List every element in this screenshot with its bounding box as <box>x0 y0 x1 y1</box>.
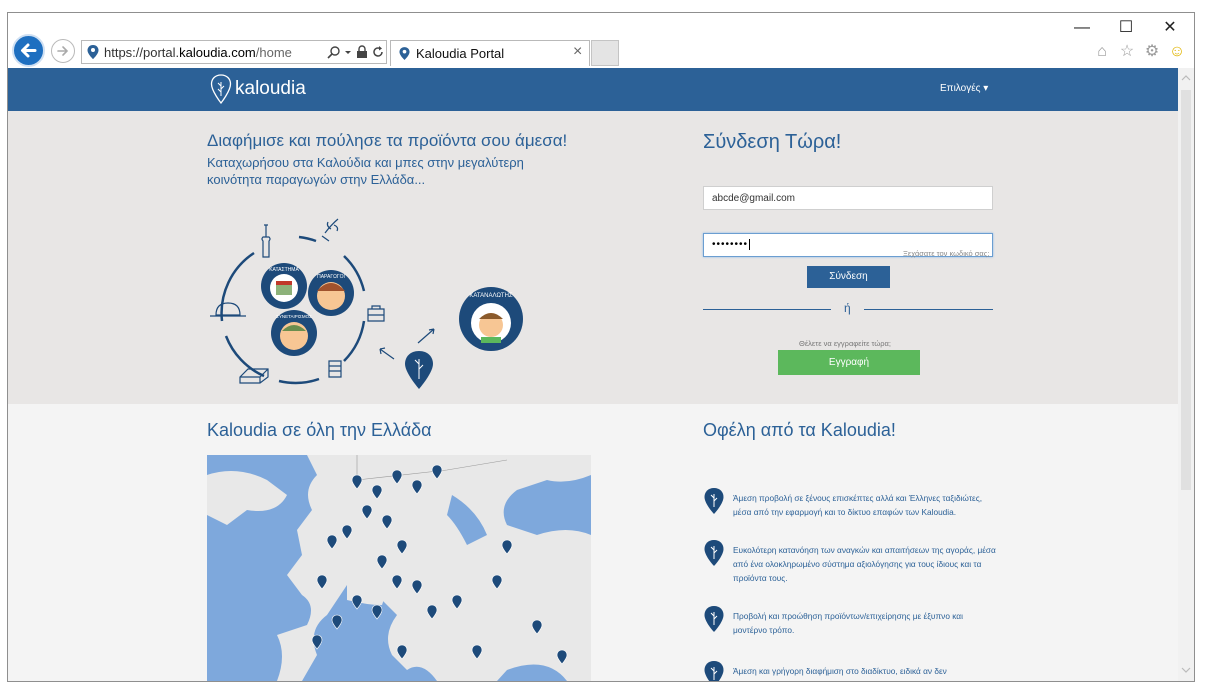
vertical-scrollbar[interactable] <box>1178 68 1194 681</box>
or-separator: ή <box>844 301 851 315</box>
scrollbar-thumb[interactable] <box>1181 90 1191 490</box>
community-illustration: ΚΑΤΑΣΤΗΜΑ ΠΑΡΑΓΩΓΟΙ ΣΥΝΕΤΑΙΡΙΣΜΟΣ ΚΑΤΑΝΑ… <box>210 218 523 389</box>
close-window-button[interactable]: ✕ <box>1150 17 1190 39</box>
feedback-smiley-icon[interactable]: ☺ <box>1166 41 1188 63</box>
benefit-text: Ευκολότερη κατανόηση των αναγκών και απα… <box>733 545 996 583</box>
badge-consumers-label: ΚΑΤΑΝΑΛΩΤΗΣ <box>469 293 513 299</box>
search-icon[interactable] <box>327 45 341 59</box>
benefit-text: Άμεση και γρήγορη διαφήμιση στο διαδίκτυ… <box>733 666 947 676</box>
site-pin-icon <box>87 45 99 59</box>
hero-section: Διαφήμισε και πούλησε τα προϊόντα σου άμ… <box>8 111 1178 404</box>
home-icon[interactable]: ⌂ <box>1091 41 1113 63</box>
benefit-text: Άμεση προβολή σε ξένους επισκέπτες αλλά … <box>733 493 983 517</box>
hero-subtitle: Καταχωρήσου στα Καλούδια και μπες στην μ… <box>207 155 524 187</box>
login-button[interactable]: Σύνδεση <box>807 266 890 288</box>
login-title: Σύνδεση Τώρα! <box>703 131 842 153</box>
email-field[interactable] <box>703 186 993 210</box>
favorites-star-icon[interactable]: ☆ <box>1116 41 1138 63</box>
location-pin-icon <box>704 488 724 514</box>
map-section-title: Kaloudia σε όλη την Ελλάδα <box>207 420 432 440</box>
back-arrow-icon <box>21 43 37 58</box>
hero-title: Διαφήμισε και πούλησε τα προϊόντα σου άμ… <box>207 131 568 150</box>
brand-name[interactable]: kaloudia <box>235 78 306 100</box>
lower-section: Kaloudia σε όλη την Ελλάδα Οφέλη από τα … <box>8 404 1178 681</box>
settings-gear-icon[interactable]: ⚙ <box>1141 41 1163 63</box>
caret-down-icon: ▾ <box>983 83 989 94</box>
divider-right <box>864 309 993 310</box>
site-navbar: kaloudia Επιλογές ▾ <box>8 68 1178 111</box>
tab-favicon-icon <box>399 47 410 60</box>
benefits-section-title: Οφέλη από τα Kaloudia! <box>703 420 896 440</box>
maximize-button[interactable]: ☐ <box>1106 17 1146 39</box>
refresh-icon[interactable] <box>371 45 385 59</box>
dropdown-arrow-icon[interactable] <box>344 45 352 59</box>
register-prompt: Θέλετε να εγγραφείτε τώρα; <box>799 339 891 348</box>
address-bar[interactable]: https://portal.kaloudia.com/home <box>81 40 387 64</box>
address-url: https://portal.kaloudia.com/home <box>104 45 292 60</box>
browser-chrome: — ☐ ✕ https://portal.kaloudia.com/home K… <box>8 13 1194 68</box>
greece-map-drawing <box>207 455 591 681</box>
web-page: kaloudia Επιλογές ▾ Διαφήμισε και πούλησ… <box>8 68 1178 681</box>
location-pin-icon <box>704 540 724 566</box>
register-button[interactable]: Εγγραφή <box>778 350 920 375</box>
toolbar-icons: ⌂ ☆ ⚙ ☺ <box>1088 41 1188 63</box>
divider-left <box>703 309 831 310</box>
location-pin-icon <box>704 661 724 681</box>
badge-shops-label: ΚΑΤΑΣΤΗΜΑ <box>269 267 299 273</box>
greece-map[interactable] <box>207 455 591 681</box>
kaloudia-logo-icon[interactable] <box>210 74 232 104</box>
options-menu[interactable]: Επιλογές ▾ <box>940 83 988 94</box>
badge-producers-label: ΠΑΡΑΓΩΓΟΙ <box>317 274 345 280</box>
lock-icon[interactable] <box>356 45 368 59</box>
benefit-text: Προβολή και προώθηση προϊόντων/επιχείρησ… <box>733 611 963 635</box>
new-tab-button[interactable] <box>591 40 619 66</box>
tab-kaloudia-portal[interactable]: Kaloudia Portal × <box>390 40 590 66</box>
forward-arrow-icon <box>57 46 69 56</box>
forward-button[interactable] <box>51 39 75 63</box>
minimize-button[interactable]: — <box>1062 17 1102 39</box>
badge-coops-label: ΣΥΝΕΤΑΙΡΙΣΜΟΣ <box>276 314 312 319</box>
tab-title: Kaloudia Portal <box>416 46 505 61</box>
location-pin-icon <box>704 606 724 632</box>
forgot-password-link[interactable]: Ξεχάσατε τον κωδικό σας; <box>903 249 989 258</box>
scroll-up-icon[interactable] <box>1178 70 1194 86</box>
back-button[interactable] <box>12 34 45 67</box>
tab-close-icon[interactable]: × <box>573 43 582 61</box>
scroll-down-icon[interactable] <box>1178 662 1194 678</box>
browser-window: — ☐ ✕ https://portal.kaloudia.com/home K… <box>7 12 1195 682</box>
